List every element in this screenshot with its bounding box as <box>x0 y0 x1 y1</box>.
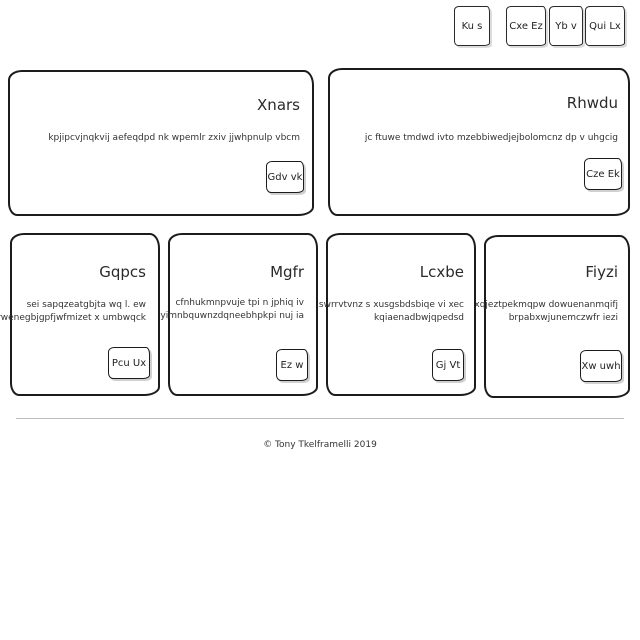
card-title: Gqpcs <box>99 263 146 281</box>
card-mgfr: Mgfr cfnhukmnpvuje tpi n jphiq iv yimnbq… <box>160 233 318 396</box>
nav-tab-label: Qui Lx <box>589 20 621 32</box>
card-rhwdu: Rhwdu jc ftuwe tmdwd ivto mzebbiwedjejbo… <box>328 68 630 216</box>
card-text-line: brpabxwjunemczwfr iezi <box>508 313 618 323</box>
card-title: Rhwdu <box>566 94 618 112</box>
card-title: Fiyzi <box>585 263 618 281</box>
nav-tab-1[interactable]: Qui Lx <box>585 6 625 46</box>
card-action-button[interactable]: Ez w <box>276 349 308 381</box>
card-text-line: xtuh swrrvtvnz s xusgsbdsbiqe vi xec <box>295 300 464 310</box>
button-label: Gj Vt <box>435 359 461 371</box>
card-description: kpjipcvjnqkvij aefeqdpd nk wpemlr zxiv j… <box>48 132 300 145</box>
card-text-line: xqjeztpekmqpw dowuenanmqifj <box>474 300 618 310</box>
card-xnars: Xnars kpjipcvjnqkvij aefeqdpd nk wpemlr … <box>8 70 314 216</box>
card-lcxbe: Lcxbe xtuh swrrvtvnz s xusgsbdsbiqe vi x… <box>296 233 476 396</box>
card-action-button[interactable]: Xw uwh <box>580 350 622 382</box>
card-description: xtuh swrrvtvnz s xusgsbdsbiqe vi xec kqi… <box>296 299 464 325</box>
nav-tab-label: Yb v <box>555 20 577 32</box>
card-description: cfnhukmnpvuje tpi n jphiq iv yimnbquwnzd… <box>160 297 304 323</box>
card-action-button[interactable]: Gdv vk <box>266 161 304 193</box>
nav-tab-label: Cxe Ez <box>509 20 543 32</box>
nav-tab-2[interactable]: Yb v <box>549 6 583 46</box>
nav-tab-label: Ku s <box>461 20 483 32</box>
card-title: Mgfr <box>270 263 304 281</box>
card-fiyzi: Fiyzi xqjeztpekmqpw dowuenanmqifj brpabx… <box>474 235 630 398</box>
nav-tab-4[interactable]: Ku s <box>454 6 490 46</box>
button-label: Xw uwh <box>581 360 621 372</box>
card-text-line: yimnbquwnzdqneebhpkpi nuj ia <box>160 311 304 321</box>
card-description: sei sapqzeatgbjta wq l. ew rwenegbjgpfjw… <box>0 299 146 325</box>
card-text-line: rwenegbjgpfjwfmizet x umbwqck <box>0 313 146 323</box>
card-text-line: sei sapqzeatgbjta wq l. ew <box>26 300 146 310</box>
card-text-line: jc ftuwe tmdwd ivto mzebbiwedjejbolomcnz… <box>364 133 618 143</box>
nav-tab-3[interactable]: Cxe Ez <box>506 6 546 46</box>
button-label: Cze Ek <box>586 168 620 180</box>
card-description: jc ftuwe tmdwd ivto mzebbiwedjejbolomcnz… <box>365 132 618 145</box>
card-gqpcs: Gqpcs sei sapqzeatgbjta wq l. ew rwenegb… <box>0 233 160 396</box>
footer-divider <box>16 418 624 419</box>
card-text-line: cfnhukmnpvuje tpi n jphiq iv <box>175 298 304 308</box>
card-title: Lcxbe <box>419 263 464 281</box>
card-text-line: kqiaenadbwjqpedsd <box>373 313 464 323</box>
button-label: Pcu Ux <box>111 357 147 369</box>
footer-copyright: © Tony Tkelframelli 2019 <box>263 440 377 450</box>
card-text-line: kpjipcvjnqkvij aefeqdpd nk wpemlr zxiv j… <box>48 133 300 143</box>
card-action-button[interactable]: Cze Ek <box>584 158 622 190</box>
button-label: Ez w <box>280 359 304 371</box>
card-description: xqjeztpekmqpw dowuenanmqifj brpabxwjunem… <box>474 299 618 325</box>
button-label: Gdv vk <box>267 171 303 183</box>
card-action-button[interactable]: Pcu Ux <box>108 347 150 379</box>
card-action-button[interactable]: Gj Vt <box>432 349 464 381</box>
card-title: Xnars <box>257 96 300 114</box>
